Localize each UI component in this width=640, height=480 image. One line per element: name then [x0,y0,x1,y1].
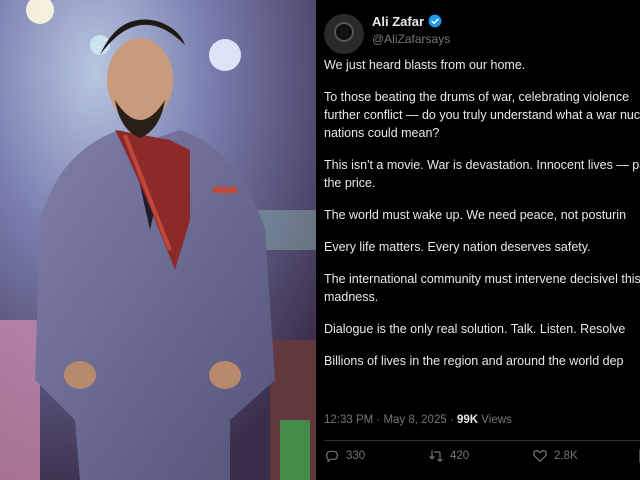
tweet-text: We just heard blasts from our home. To t… [324,56,640,384]
tweet-card: Ali Zafar @AliZafarsays We just heard bl… [316,0,640,480]
tweet-paragraph: The world must wake up. We need peace, n… [324,208,627,222]
timestamp[interactable]: 12:33 PM · May 8, 2025 · [324,414,454,426]
profile-photo [0,0,316,480]
tweet-paragraph: Every life matters. Every nation deserve… [324,240,591,254]
avatar[interactable] [324,14,364,54]
tweet-paragraph: We just heard blasts from our home. [324,58,526,72]
author-name[interactable]: Ali Zafar [372,14,424,29]
tweet-paragraph: This isn't a movie. War is devastation. … [324,158,640,190]
runway-photo-illustration [0,0,316,480]
reply-count: 330 [346,450,366,462]
tweet-paragraph: Dialogue is the only real solution. Talk… [324,322,626,336]
views-count: 99K [456,414,479,426]
views-label: Views [481,414,512,426]
tweet-paragraph: The international community must interve… [324,272,640,304]
reply-button[interactable]: 330 [324,448,365,464]
bookmark-button[interactable] [636,448,640,464]
tweet-actions: 330 420 2.8K [324,448,640,472]
bookmark-icon [639,449,640,463]
like-icon [533,449,547,462]
reply-icon [326,450,338,463]
tweet-paragraph: Billions of lives in the region and arou… [324,354,624,368]
tweet-paragraph: To those beating the drums of war, celeb… [324,90,640,140]
retweet-icon [429,450,443,462]
retweet-count: 420 [450,450,470,462]
like-button[interactable]: 2.8K [532,448,578,464]
tweet-meta: 12:33 PM · May 8, 2025 · 99K Views [324,414,512,426]
retweet-button[interactable]: 420 [428,448,469,464]
divider [324,440,640,441]
verified-badge-icon [428,14,442,28]
author-handle[interactable]: @AliZafarsays [372,32,450,46]
like-count: 2.8K [554,450,578,462]
